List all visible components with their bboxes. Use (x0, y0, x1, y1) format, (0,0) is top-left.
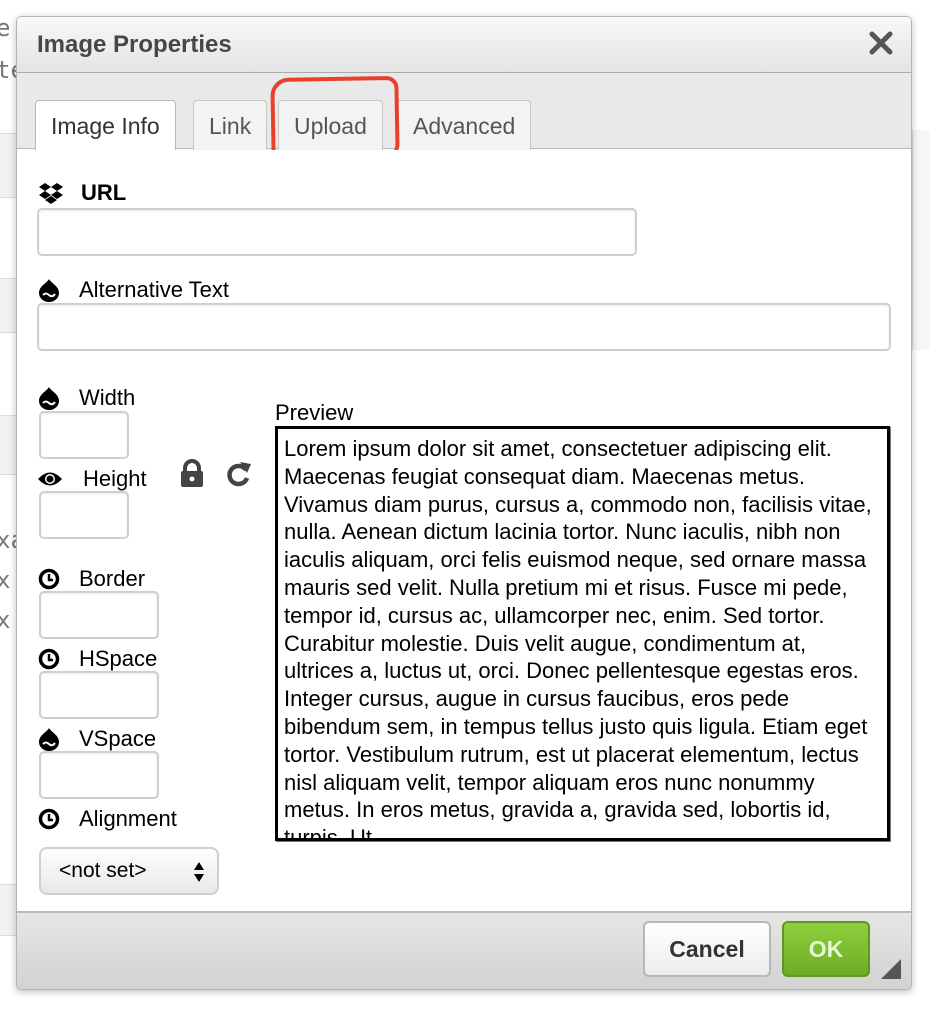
width-label-text: Width (79, 385, 136, 410)
url-label: URL (39, 180, 126, 206)
alignment-label: Alignment (37, 806, 177, 832)
tab-upload[interactable]: Upload (278, 100, 383, 150)
url-input[interactable] (37, 208, 637, 256)
eye-icon (37, 467, 63, 491)
image-info-panel: URL Alternative Text Width Height Border… (17, 150, 911, 910)
tab-advanced[interactable]: Advanced (397, 100, 532, 150)
close-button[interactable] (867, 29, 895, 57)
alignment-selected-value: <not set> (59, 859, 147, 882)
select-arrows-icon (194, 862, 204, 882)
alt-text-input[interactable] (37, 303, 891, 351)
cancel-button[interactable]: Cancel (643, 921, 771, 977)
alt-text-label: Alternative Text (37, 277, 229, 303)
drupal-icon (37, 278, 61, 302)
tab-image-info[interactable]: Image Info (35, 100, 176, 151)
image-properties-dialog: Image Properties Image Info Link Upload … (16, 16, 912, 990)
alt-text-label-text: Alternative Text (79, 277, 230, 302)
clock-icon (37, 567, 61, 591)
alignment-label-text: Alignment (79, 806, 177, 831)
vspace-label-text: VSpace (79, 726, 157, 751)
background-panel (912, 130, 930, 350)
resize-handle-icon[interactable] (881, 959, 901, 979)
vspace-input[interactable] (39, 751, 159, 799)
tab-link[interactable]: Link (193, 100, 268, 150)
tab-bar: Image Info Link Upload Advanced (17, 73, 911, 151)
border-label: Border (37, 566, 145, 592)
preview-box: Lorem ipsum dolor sit amet, consectetuer… (275, 426, 890, 841)
drupal-icon (37, 727, 61, 751)
alignment-select[interactable]: <not set> (39, 847, 219, 895)
hspace-label-text: HSpace (79, 646, 158, 671)
hspace-input[interactable] (39, 671, 159, 719)
height-input[interactable] (39, 491, 129, 539)
clock-icon (37, 807, 61, 831)
dropbox-icon (39, 181, 63, 205)
preview-label: Preview (275, 400, 354, 425)
border-input[interactable] (39, 591, 159, 639)
drupal-icon (37, 386, 61, 410)
background-text: x (0, 566, 11, 594)
height-label: Height (37, 466, 147, 492)
background-text: x (0, 606, 11, 634)
close-icon (869, 31, 893, 55)
border-label-text: Border (79, 566, 146, 591)
background-text: e (0, 14, 11, 42)
preview-text: Lorem ipsum dolor sit amet, consectetuer… (284, 436, 872, 841)
hspace-label: HSpace (37, 646, 157, 672)
dialog-title: Image Properties (37, 31, 232, 58)
dialog-titlebar[interactable]: Image Properties (17, 17, 911, 73)
vspace-label: VSpace (37, 726, 156, 752)
reset-icon (227, 462, 251, 487)
reset-size-button[interactable] (223, 458, 253, 488)
clock-icon (37, 647, 61, 671)
height-label-text: Height (83, 466, 147, 491)
dialog-footer: Cancel OK (17, 911, 911, 989)
ok-button[interactable]: OK (782, 921, 870, 977)
width-input[interactable] (39, 411, 129, 459)
lock-ratio-button[interactable] (177, 458, 207, 488)
width-label: Width (37, 385, 135, 411)
lock-icon (181, 459, 203, 487)
url-label-text: URL (81, 180, 127, 205)
